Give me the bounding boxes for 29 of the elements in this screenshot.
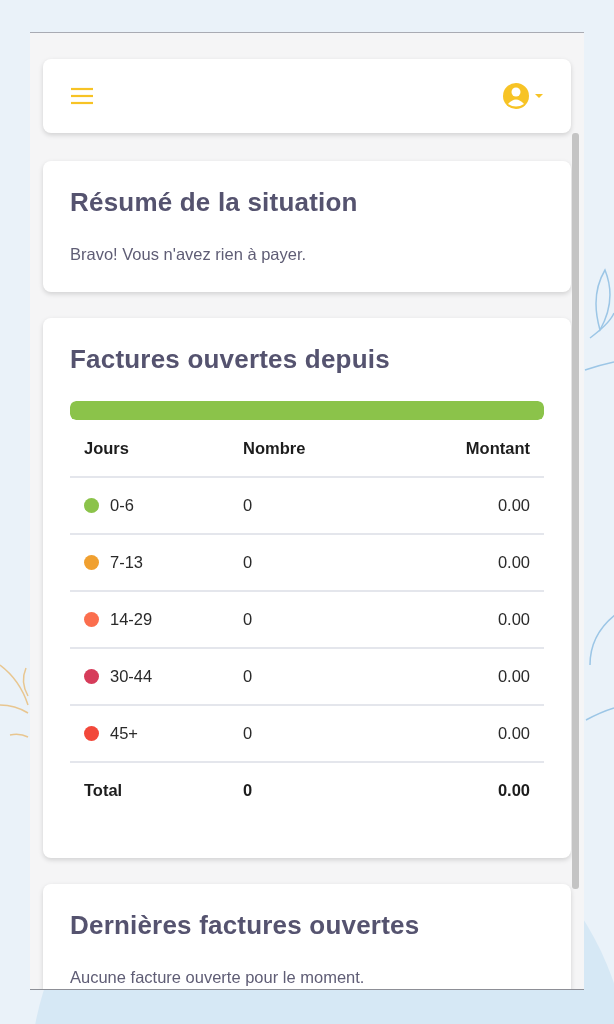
- table-cell: 45+: [110, 724, 138, 743]
- total-cell-text: 0: [243, 781, 254, 800]
- card-title: Factures ouvertes depuis: [70, 344, 391, 375]
- table-cell-text: 0: [243, 496, 254, 515]
- table-cell-text: 0: [243, 667, 254, 686]
- scrollbar[interactable]: [572, 133, 579, 889]
- table-cell-text: 0: [243, 724, 254, 743]
- card-title: Dernières factures ouvertes: [70, 910, 421, 941]
- table-cell: 0-6: [110, 496, 134, 515]
- table-cell-text: 0: [243, 553, 254, 572]
- table-cell: 14-29: [110, 610, 153, 629]
- table-cell-text: 0.00: [496, 553, 530, 572]
- summary-message: Bravo! Vous n'avez rien à payer.: [70, 245, 308, 264]
- total-cell-text: Total: [84, 781, 124, 800]
- empty-message: Aucune facture ouverte pour le moment.: [70, 968, 366, 987]
- column-header: Nombre: [243, 438, 307, 458]
- menu-icon[interactable]: [70, 87, 94, 105]
- account-icon[interactable]: [502, 82, 544, 110]
- column-header: Montant: [464, 438, 530, 458]
- column-header: Jours: [84, 438, 130, 458]
- card-title: Résumé de la situation: [70, 187, 359, 218]
- table-cell-text: 0.00: [496, 667, 530, 686]
- table-cell-text: 0.00: [496, 724, 530, 743]
- table-cell: 7-13: [110, 553, 144, 572]
- table-cell-text: 0.00: [496, 610, 530, 629]
- table-cell-text: 0: [243, 610, 254, 629]
- table-cell-text: 0.00: [496, 496, 530, 515]
- table-cell: 30-44: [110, 667, 153, 686]
- total-cell-text: 0.00: [496, 781, 530, 800]
